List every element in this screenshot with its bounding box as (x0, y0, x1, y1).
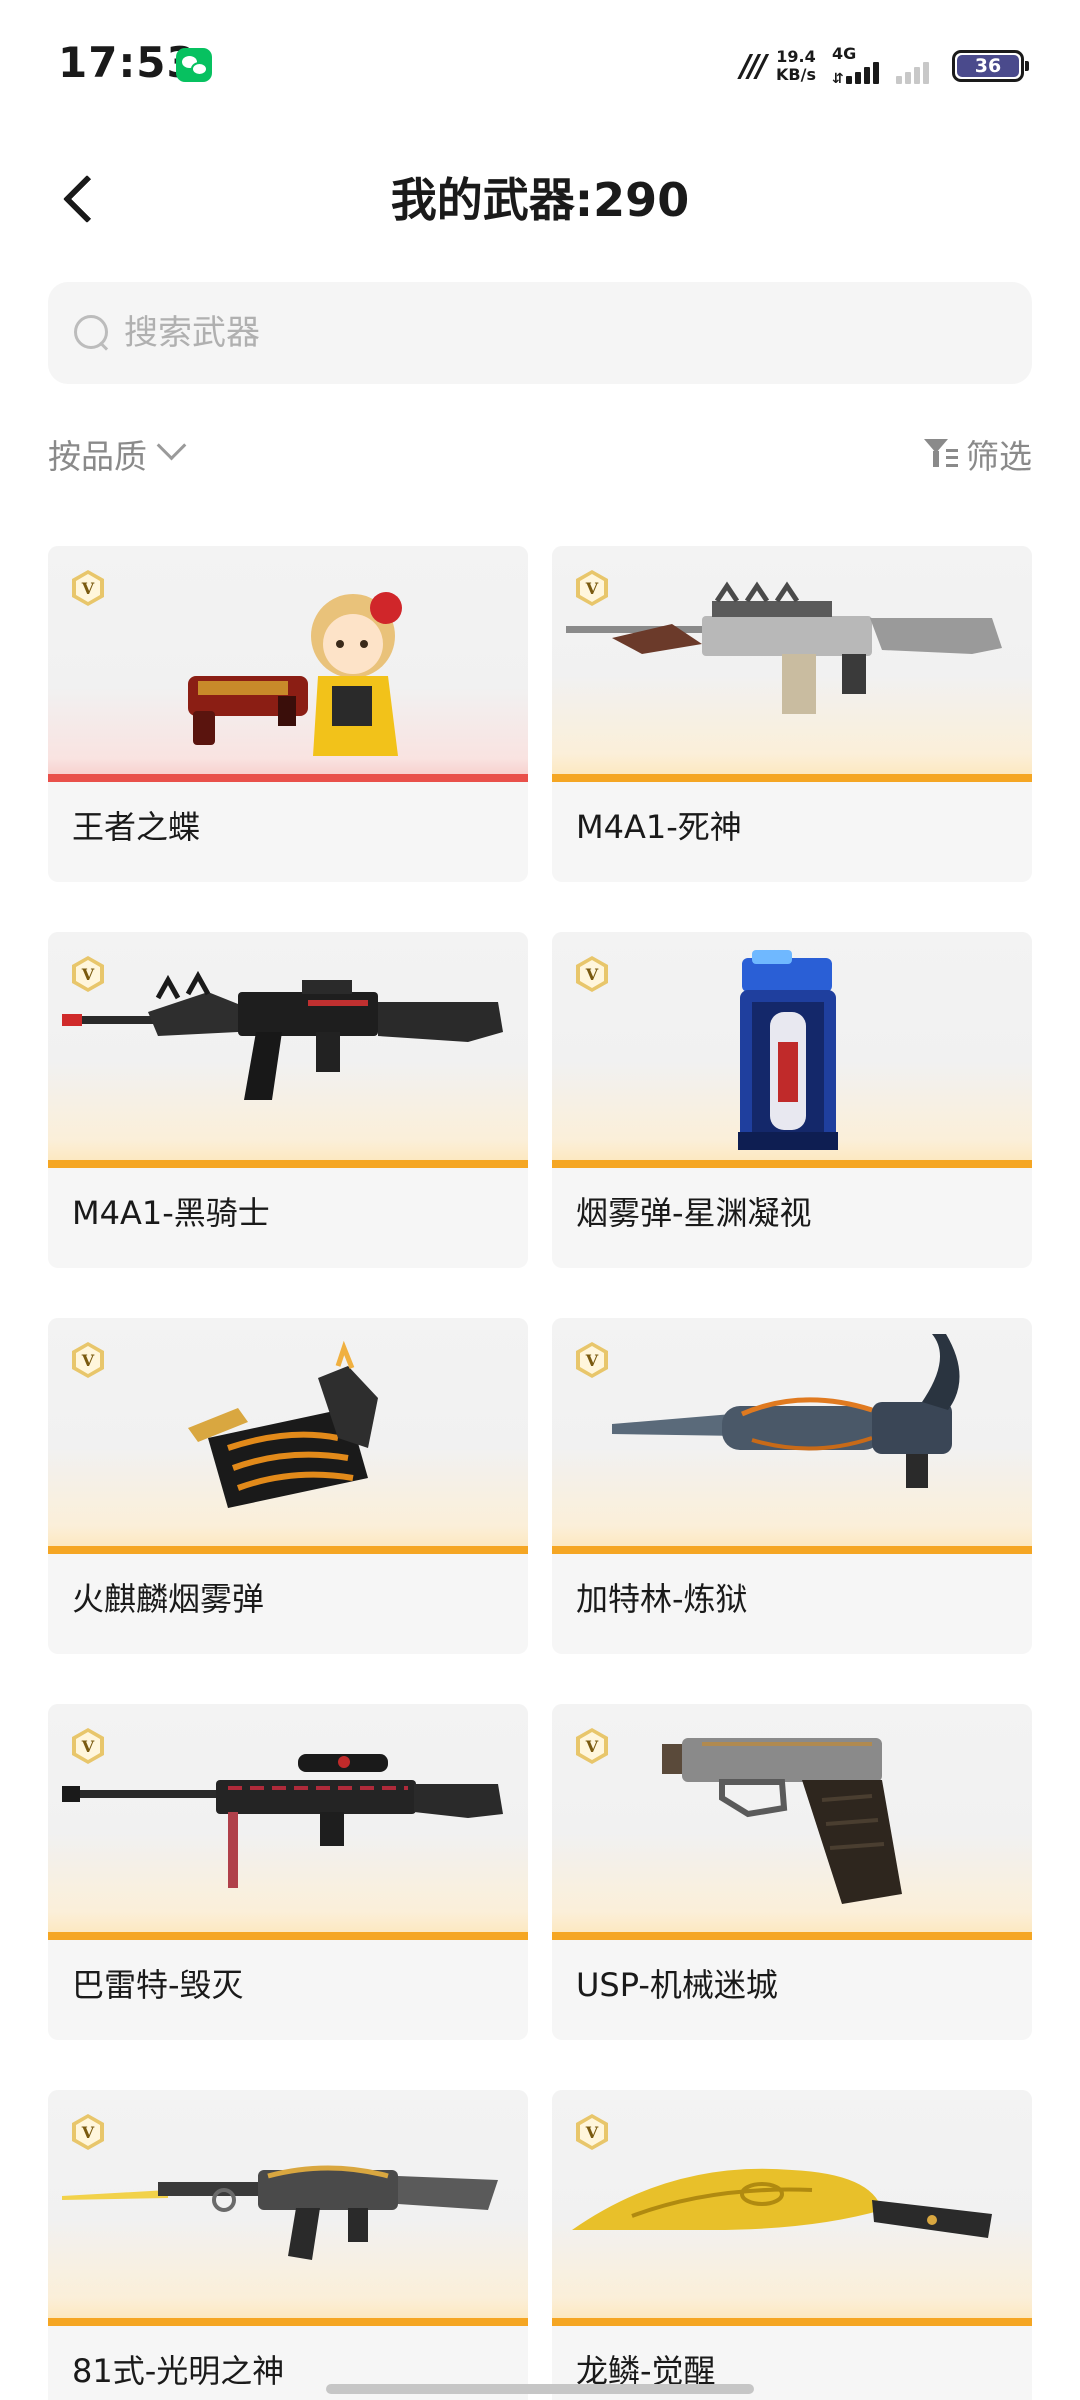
battery-icon: 36 (952, 50, 1029, 82)
sort-by-quality-dropdown[interactable]: 按品质 (48, 430, 183, 478)
network-speed: 19.4 KB/s (776, 48, 816, 84)
vip-badge-icon: V (572, 2112, 612, 2152)
weapon-name: 加特林-炼狱 (576, 1580, 748, 1618)
weapon-card[interactable]: V USP-机械迷城 (552, 1704, 1032, 2040)
svg-text:V: V (81, 1737, 95, 1756)
svg-text:V: V (81, 2123, 95, 2142)
weapon-name: USP-机械迷城 (576, 1966, 778, 2004)
vip-badge-icon: V (68, 1340, 108, 1380)
weapon-card[interactable]: V M4A1-死神 (552, 546, 1032, 882)
weapon-image: V (48, 546, 528, 782)
weapon-card[interactable]: V 巴雷特-毁灭 (48, 1704, 528, 2040)
vip-badge-icon: V (68, 954, 108, 994)
weapon-card[interactable]: V 81式-光明之神 (48, 2090, 528, 2400)
m4a1-black-knight-rifle-art (62, 970, 503, 1100)
weapon-name: M4A1-黑骑士 (72, 1194, 270, 1232)
svg-text:V: V (81, 1351, 95, 1370)
dragon-scale-kukri-art (572, 2168, 992, 2238)
weapon-name: 81式-光明之神 (72, 2352, 285, 2390)
smoke-grenade-abyss-art (738, 950, 838, 1150)
data-arrows-icon: ⇵ (832, 71, 844, 87)
svg-text:V: V (585, 1351, 599, 1370)
weapon-image: V (48, 1318, 528, 1554)
weapon-card[interactable]: V 龙鳞-觉醒 (552, 2090, 1032, 2400)
type81-god-of-light-rifle-art (62, 2165, 498, 2260)
weapon-card[interactable]: V 加特林-炼狱 (552, 1318, 1032, 1654)
svg-text:V: V (81, 579, 95, 598)
weapon-image: V (552, 932, 1032, 1168)
weapon-name: 火麒麟烟雾弹 (72, 1580, 265, 1618)
weapon-name: 王者之蝶 (72, 808, 201, 846)
network-speed-unit: KB/s (776, 65, 816, 84)
fire-qilin-smoke-grenade-art (188, 1340, 378, 1508)
status-icons: /// 19.4 KB/s 4G ⇵ 36 (740, 44, 1029, 88)
home-indicator[interactable] (326, 2384, 754, 2394)
sort-label: 按品质 (48, 437, 147, 476)
weapon-card[interactable]: V 火麒麟烟雾弹 (48, 1318, 528, 1654)
network-type: 4G (832, 44, 857, 63)
filter-icon (924, 437, 958, 471)
weapon-image: V (552, 1318, 1032, 1554)
svg-text:V: V (585, 965, 599, 984)
weapon-name: 巴雷特-毁灭 (72, 1966, 244, 2004)
wechat-notification-icon (176, 48, 212, 82)
search-bar[interactable] (48, 282, 1032, 384)
network-speed-value: 19.4 (776, 47, 816, 66)
vip-badge-icon: V (572, 568, 612, 608)
vip-badge-icon: V (572, 1726, 612, 1766)
weapon-card[interactable]: V 烟雾弹-星渊凝视 (552, 932, 1032, 1268)
weapon-card[interactable]: V M4A1-黑骑士 (48, 932, 528, 1268)
butterfly-character-weapon-art (188, 592, 402, 756)
svg-text:V: V (585, 579, 599, 598)
vip-badge-icon: V (68, 1726, 108, 1766)
search-icon (72, 313, 112, 353)
m4a1-rifle-art (566, 581, 1002, 714)
vip-badge-icon: V (572, 954, 612, 994)
usp-machinarium-pistol-art (662, 1738, 902, 1904)
filter-button[interactable]: 筛选 (924, 430, 1032, 478)
secondary-signal-icon (896, 46, 940, 86)
vip-badge-icon: V (68, 2112, 108, 2152)
weapon-image: V (552, 546, 1032, 782)
page-title: 我的武器:290 (390, 173, 690, 227)
svg-text:V: V (81, 965, 95, 984)
gatling-purgatory-art (612, 1334, 960, 1488)
weapon-grid: V 王者之蝶 V M4A1-死神 V M4A1-黑骑士 V 烟雾弹-星渊凝视 V… (48, 546, 1034, 2400)
weapon-image: V (48, 2090, 528, 2326)
barrett-destruction-sniper-art (62, 1754, 503, 1888)
weapon-image: V (552, 2090, 1032, 2326)
weapon-card[interactable]: V 王者之蝶 (48, 546, 528, 882)
weapon-image: V (48, 1704, 528, 1940)
weapon-image: V (552, 1704, 1032, 1940)
search-input[interactable] (124, 313, 1004, 353)
weapon-image: V (48, 932, 528, 1168)
vip-badge-icon: V (572, 1340, 612, 1380)
svg-text:V: V (585, 2123, 599, 2142)
status-bar: 17:53 /// 19.4 KB/s 4G ⇵ 36 (0, 0, 1080, 130)
cell-signal-icon: 4G ⇵ (828, 46, 884, 86)
filter-label: 筛选 (966, 437, 1032, 476)
weapon-name: M4A1-死神 (576, 808, 742, 846)
svg-text:V: V (585, 1737, 599, 1756)
carrier-logo-icon: /// (740, 48, 767, 84)
chevron-down-icon (157, 435, 183, 461)
weapon-name: 烟雾弹-星渊凝视 (576, 1194, 812, 1232)
battery-level: 36 (957, 55, 1019, 77)
vip-badge-icon: V (68, 568, 108, 608)
